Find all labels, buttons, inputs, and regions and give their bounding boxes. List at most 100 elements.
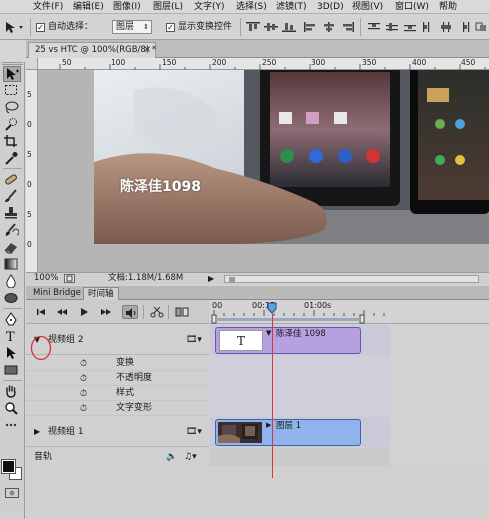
lasso-tool[interactable]: [3, 100, 21, 116]
audio-mute-button[interactable]: [122, 305, 138, 319]
distribute-left-icon[interactable]: [422, 22, 434, 32]
status-menu-arrow-icon[interactable]: ▶: [208, 273, 214, 284]
menu-window[interactable]: 窗口(W): [395, 1, 429, 13]
clip-menu-arrow-icon[interactable]: ▶: [266, 421, 271, 429]
show-transform-checkbox[interactable]: ✓: [166, 23, 175, 32]
menu-edit[interactable]: 编辑(E): [73, 1, 104, 13]
type-tool[interactable]: T: [3, 329, 21, 345]
previous-frame-button[interactable]: [54, 305, 70, 319]
marquee-icon: [5, 85, 17, 95]
property-row[interactable]: ⏱ 不透明度: [26, 371, 209, 386]
scissors-icon: [150, 306, 164, 318]
music-note-icon[interactable]: ♫▾: [184, 450, 197, 464]
more-tools[interactable]: [3, 418, 21, 434]
collapse-triangle-icon[interactable]: ▶: [34, 425, 40, 439]
distribute-top-icon[interactable]: [368, 22, 380, 32]
stopwatch-icon[interactable]: ⏱: [80, 387, 87, 401]
menu-view[interactable]: 视图(V): [352, 1, 383, 13]
time-ruler[interactable]: 00 00:15 01:00s: [210, 300, 489, 324]
menu-file[interactable]: 文件(F): [33, 1, 63, 13]
menu-layer[interactable]: 图层(L): [153, 1, 183, 13]
menu-image[interactable]: 图像(I): [113, 1, 141, 13]
video-clip[interactable]: ▶ 图层 1: [215, 419, 361, 446]
next-frame-button[interactable]: [98, 305, 114, 319]
zoom-tool[interactable]: [3, 401, 21, 417]
align-top-icon[interactable]: [246, 22, 260, 32]
horizontal-scrollbar[interactable]: [224, 275, 479, 283]
play-button[interactable]: [76, 305, 92, 319]
layer-row-group1[interactable]: ▶ 视频组 1 🎞▾: [26, 417, 209, 447]
auto-align-icon[interactable]: [475, 22, 487, 32]
document-tab[interactable]: 25 vs HTC @ 100%(RGB/8) * ×: [28, 42, 156, 58]
tab-timeline[interactable]: 时间轴: [83, 287, 119, 300]
quick-mask-button[interactable]: [5, 488, 19, 498]
status-info-button[interactable]: [64, 274, 75, 283]
align-left-icon[interactable]: [304, 22, 318, 32]
playhead-line[interactable]: [272, 314, 273, 478]
distribute-hcenter-icon[interactable]: [440, 22, 452, 32]
divider: [240, 18, 241, 36]
align-vcenter-icon[interactable]: [264, 22, 278, 32]
healing-brush-tool[interactable]: [3, 172, 21, 188]
quick-select-tool[interactable]: [3, 117, 21, 133]
auto-select-dropdown[interactable]: 图层 ⇕: [112, 20, 152, 34]
close-icon[interactable]: ×: [143, 43, 151, 57]
playhead-handle[interactable]: [267, 302, 277, 314]
align-hcenter-icon[interactable]: [322, 22, 336, 32]
rectangle-tool[interactable]: [3, 363, 21, 379]
timeline-empty-area[interactable]: [390, 325, 489, 466]
ruler-origin[interactable]: [26, 58, 38, 70]
clip-menu-arrow-icon[interactable]: ▼: [266, 329, 271, 337]
layer-row-group2[interactable]: ▼ 视频组 2 🎞▾: [26, 325, 209, 355]
canvas-text-layer[interactable]: 陈泽佳1098: [120, 176, 201, 196]
foreground-color-swatch-top[interactable]: [1, 459, 16, 474]
canvas-area[interactable]: 陈泽佳1098: [38, 70, 489, 272]
align-right-icon[interactable]: [340, 22, 354, 32]
menu-help[interactable]: 帮助: [439, 1, 457, 13]
zoom-level[interactable]: 100%: [34, 273, 58, 284]
marquee-tool[interactable]: [3, 83, 21, 99]
tab-mini-bridge[interactable]: Mini Bridge: [29, 287, 85, 300]
hand-tool[interactable]: [3, 384, 21, 400]
filmstrip-menu-icon[interactable]: 🎞▾: [186, 425, 202, 439]
stopwatch-icon[interactable]: ⏱: [80, 357, 87, 371]
property-row[interactable]: ⏱ 文字变形: [26, 401, 209, 416]
history-brush-tool[interactable]: [3, 223, 21, 239]
toolbox-grip[interactable]: [2, 62, 23, 65]
distribute-bottom-icon[interactable]: [404, 22, 416, 32]
brush-tool[interactable]: [3, 189, 21, 205]
split-at-playhead-button[interactable]: [149, 305, 165, 319]
menu-3d[interactable]: 3D(D): [317, 1, 344, 13]
auto-select-checkbox[interactable]: ✓: [36, 23, 45, 32]
move-tool[interactable]: [3, 66, 21, 82]
property-row[interactable]: ⏱ 样式: [26, 386, 209, 401]
text-clip[interactable]: T ▼ 陈泽佳 1098: [215, 327, 361, 354]
eyedropper-tool[interactable]: [3, 151, 21, 167]
gradient-tool[interactable]: [3, 257, 21, 273]
distribute-right-icon[interactable]: [458, 22, 470, 32]
dodge-tool[interactable]: [3, 291, 21, 307]
speaker-icon[interactable]: 🔈: [166, 450, 177, 464]
clone-stamp-tool[interactable]: [3, 206, 21, 222]
crop-tool[interactable]: [3, 134, 21, 150]
audio-track-row[interactable]: 音轨 🔈 ♫▾: [26, 448, 209, 466]
go-to-first-frame-button[interactable]: [34, 305, 50, 319]
menu-filter[interactable]: 滤镜(T): [276, 1, 307, 13]
track-lane-audio[interactable]: [210, 448, 390, 466]
text-clip-label: 陈泽佳 1098: [276, 329, 326, 339]
stopwatch-icon[interactable]: ⏱: [80, 402, 87, 416]
blur-tool[interactable]: [3, 274, 21, 290]
transition-button[interactable]: [174, 305, 190, 319]
move-tool-preset-picker[interactable]: [4, 20, 26, 34]
scrollbar-arrow-left[interactable]: [229, 277, 235, 282]
property-row[interactable]: ⏱ 变换: [26, 356, 209, 371]
filmstrip-menu-icon[interactable]: 🎞▾: [186, 333, 202, 347]
menu-select[interactable]: 选择(S): [236, 1, 267, 13]
pen-tool[interactable]: [3, 312, 21, 328]
distribute-vcenter-icon[interactable]: [386, 22, 398, 32]
align-bottom-icon[interactable]: [282, 22, 296, 32]
path-selection-tool[interactable]: [3, 346, 21, 362]
stopwatch-icon[interactable]: ⏱: [80, 372, 87, 386]
eraser-tool[interactable]: [3, 240, 21, 256]
menu-type[interactable]: 文字(Y): [194, 1, 225, 13]
